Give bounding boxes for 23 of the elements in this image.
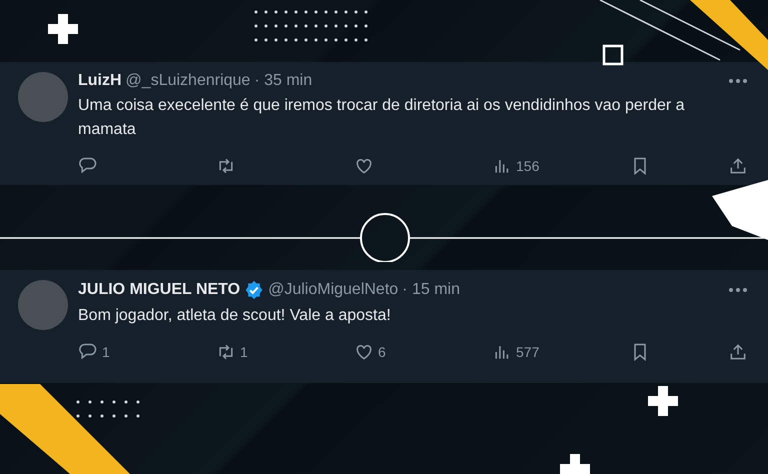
tweet-text: Uma coisa execelente é que iremos trocar de diretoria ai os vendidinhos vao perder a mamata — [78, 96, 686, 140]
time-text[interactable]: · 15 min — [402, 281, 460, 299]
views-button[interactable]: 156 — [492, 156, 552, 176]
heart-icon — [354, 156, 374, 176]
retweet-button[interactable]: 1 — [216, 342, 276, 362]
share-icon — [728, 156, 748, 176]
heart-icon — [354, 342, 374, 362]
share-button[interactable] — [728, 156, 748, 176]
views-button[interactable]: 577 — [492, 342, 552, 362]
reply-button[interactable]: 1 — [78, 342, 138, 362]
share-icon — [728, 342, 748, 362]
user-handle: @_sLuizhenrique — [126, 72, 250, 90]
more-options-icon[interactable] — [728, 287, 748, 293]
time-text[interactable]: · 35 min — [254, 72, 312, 90]
more-options-icon[interactable] — [728, 78, 748, 84]
tweet-text: Bom jogador, atleta de scout! Vale a aposta! — [78, 306, 392, 326]
reply-icon — [78, 156, 98, 176]
share-button[interactable] — [728, 342, 748, 362]
like-button[interactable]: 6 — [354, 342, 414, 362]
user-name: LuizH — [78, 72, 122, 90]
reply-icon — [78, 342, 98, 362]
user-name: JULIO MIGUEL NETO — [78, 281, 240, 299]
user-handle: @JulioMiguelNeto — [268, 281, 398, 299]
